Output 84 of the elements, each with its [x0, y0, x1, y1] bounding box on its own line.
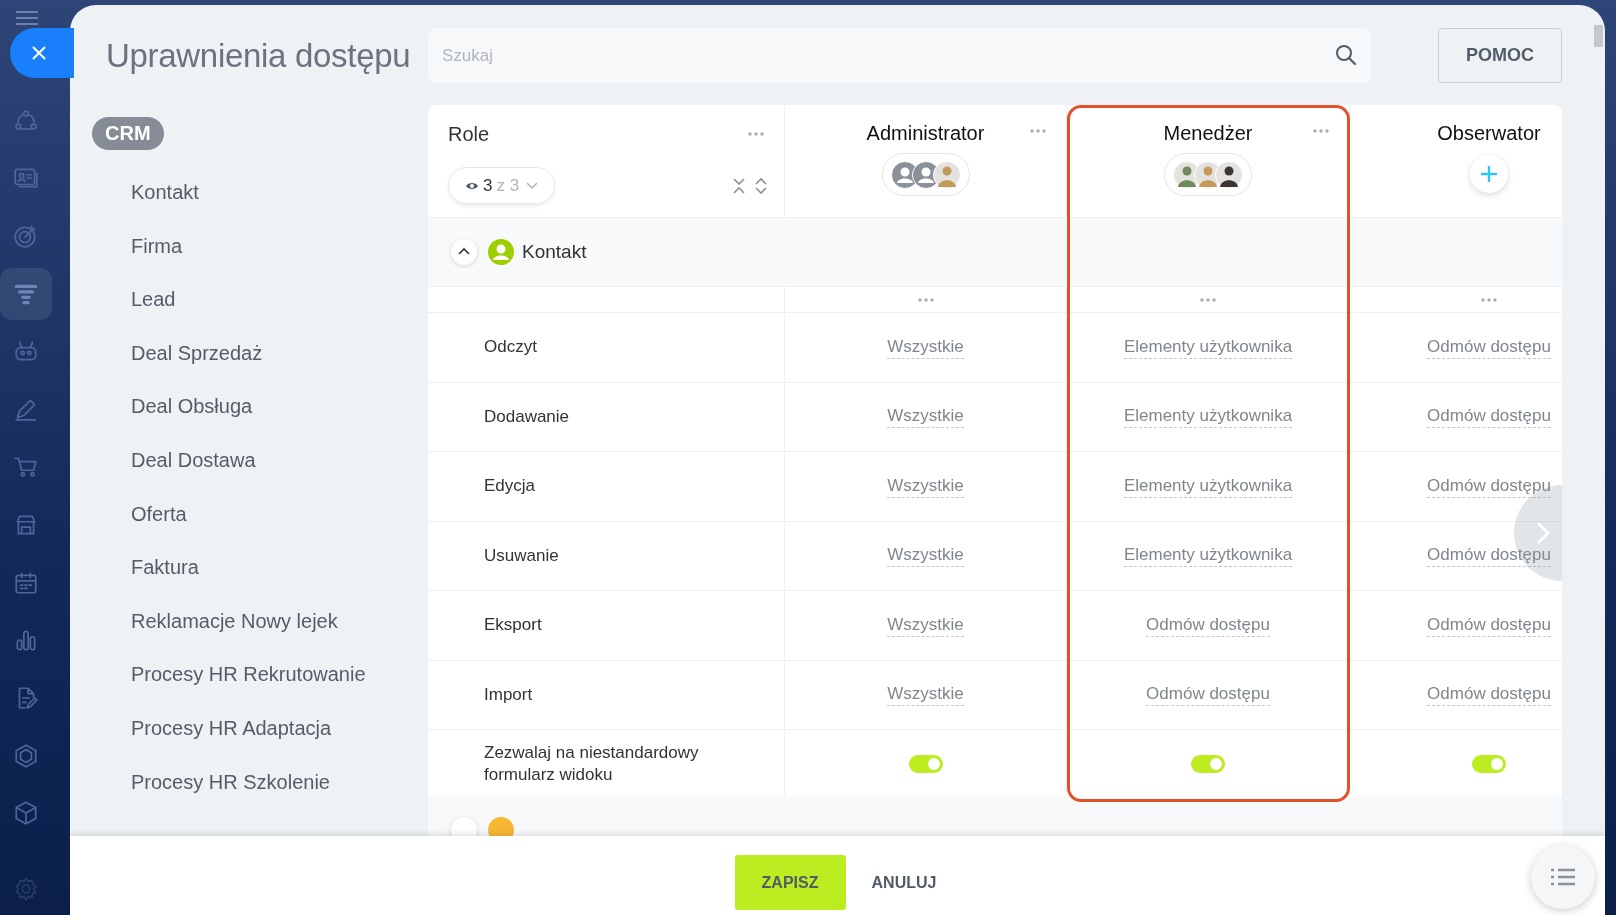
- chevron-up-icon[interactable]: [450, 238, 478, 266]
- sidebar-item[interactable]: Deal Dostawa: [106, 433, 256, 488]
- row-label: Edycja: [484, 475, 536, 498]
- add-button[interactable]: [1470, 155, 1508, 193]
- row-label: Odczyt: [484, 336, 537, 359]
- more-options-icon[interactable]: [1481, 297, 1497, 302]
- menu-icon[interactable]: [15, 10, 39, 26]
- user-icon: [488, 239, 514, 265]
- sidebar-item[interactable]: Faktura: [106, 541, 199, 595]
- gear-icon: [13, 876, 39, 903]
- permission-dropdown[interactable]: Odmów dostępu: [1427, 335, 1551, 359]
- permission-dropdown[interactable]: Odmów dostępu: [1427, 613, 1551, 637]
- page-title: Uprawnienia dostępu: [106, 36, 412, 75]
- nav-button[interactable]: [0, 268, 52, 320]
- sidebar-item[interactable]: Deal Sprzedaż: [106, 326, 263, 381]
- visibility-dropdown[interactable]: 3 z 3: [448, 167, 556, 204]
- column-header: Administrator: [866, 121, 985, 146]
- search-field[interactable]: Szukaj: [428, 28, 1371, 83]
- search-icon[interactable]: [1335, 44, 1357, 66]
- more-options-icon[interactable]: [1200, 297, 1216, 302]
- list-icon: [1550, 868, 1576, 886]
- hexagon-icon: [13, 742, 39, 769]
- chevron-down-icon: [526, 181, 539, 190]
- scrollbar-thumb[interactable]: [1594, 25, 1603, 47]
- permission-dropdown[interactable]: Wszystkie: [887, 613, 964, 637]
- group-row[interactable]: Kontakt: [428, 218, 1562, 287]
- user-avatar-icon: [1215, 160, 1243, 189]
- permission-dropdown[interactable]: Odmów dostępu: [1427, 544, 1551, 568]
- pencil-icon: [13, 396, 39, 423]
- toggle-switch[interactable]: [1191, 755, 1225, 774]
- sidebar-item[interactable]: Firma: [106, 219, 183, 274]
- more-options-icon[interactable]: [917, 297, 934, 302]
- row-label: Dodawanie: [484, 405, 570, 428]
- column-header: Menedżer: [1163, 121, 1253, 146]
- toggle-switch[interactable]: [1472, 755, 1506, 774]
- close-icon: [31, 45, 47, 61]
- permission-dropdown[interactable]: Elementy użytkownika: [1123, 405, 1293, 429]
- plus-icon: [1480, 165, 1498, 183]
- permission-dropdown[interactable]: Wszystkie: [887, 683, 964, 707]
- row-label: Zezwalaj na niestandardowy formularz widoku: [484, 742, 700, 787]
- group-icon: [488, 817, 514, 836]
- sidebar-item[interactable]: Deal Obsługa: [106, 380, 253, 434]
- sidebar-item[interactable]: Procesy HR Adaptacja: [106, 701, 332, 756]
- permission-dropdown[interactable]: Wszystkie: [887, 544, 964, 568]
- save-button[interactable]: ZAPISZ: [734, 855, 846, 910]
- permission-dropdown[interactable]: Odmów dostępu: [1146, 683, 1270, 707]
- help-button[interactable]: POMOC: [1438, 28, 1562, 83]
- permission-dropdown[interactable]: Wszystkie: [887, 335, 964, 359]
- user-avatar-icon: [932, 160, 961, 189]
- cancel-button[interactable]: ANULUJ: [867, 855, 941, 910]
- permission-dropdown[interactable]: Wszystkie: [887, 474, 964, 498]
- permission-dropdown[interactable]: Odmów dostępu: [1427, 474, 1551, 498]
- row-label: Eksport: [484, 614, 542, 637]
- sidebar-item[interactable]: Procesy HR Rekrutowanie: [106, 648, 366, 702]
- expand-all-icon[interactable]: [754, 176, 768, 195]
- close-button[interactable]: [10, 28, 74, 78]
- permission-dropdown[interactable]: Odmów dostępu: [1427, 405, 1551, 429]
- permission-dropdown[interactable]: Odmów dostępu: [1146, 613, 1270, 637]
- collapse-all-icon[interactable]: [732, 176, 746, 195]
- list-menu-button[interactable]: [1531, 845, 1595, 909]
- toggle-switch[interactable]: [908, 755, 943, 774]
- permission-dropdown[interactable]: Wszystkie: [887, 405, 964, 429]
- sidebar-item[interactable]: Kontakt: [106, 166, 199, 220]
- chevron-right-icon: [1536, 521, 1550, 545]
- permission-dropdown[interactable]: Odmów dostępu: [1427, 683, 1551, 707]
- eye-icon: [465, 180, 479, 191]
- more-options-icon[interactable]: [1313, 129, 1329, 133]
- more-options-icon[interactable]: [748, 132, 764, 136]
- calendar-icon: [13, 569, 39, 596]
- permission-dropdown[interactable]: Elementy użytkownika: [1123, 544, 1293, 568]
- row-label: Usuwanie: [484, 544, 559, 567]
- sidebar-item[interactable]: Oferta: [106, 487, 187, 542]
- column-header: Role: [448, 122, 490, 146]
- row-label: Import: [484, 683, 533, 706]
- permission-dropdown[interactable]: Elementy użytkownika: [1123, 474, 1293, 498]
- section-badge: CRM: [92, 117, 164, 150]
- sidebar-item[interactable]: Procesy HR Szkolenie: [106, 755, 330, 810]
- cube-icon: [13, 800, 39, 827]
- permission-dropdown[interactable]: Elementy użytkownika: [1123, 335, 1293, 359]
- more-options-icon[interactable]: [1030, 129, 1046, 133]
- target-icon: [13, 223, 39, 250]
- column-header: Obserwator: [1437, 121, 1541, 146]
- sidebar-item[interactable]: Lead: [106, 273, 176, 327]
- sidebar-item[interactable]: Reklamacje Nowy lejek: [106, 594, 338, 649]
